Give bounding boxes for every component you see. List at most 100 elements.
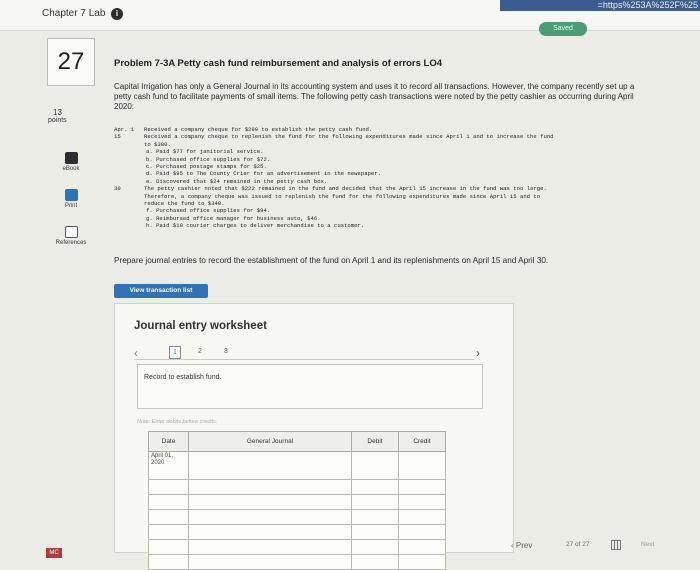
- transaction-text: e. Discovered that $24 remained in the p…: [146, 177, 328, 185]
- transaction-text: to $380.: [144, 140, 171, 148]
- worksheet-prev-arrow-icon[interactable]: ‹: [134, 346, 138, 360]
- account-cell[interactable]: [188, 494, 352, 510]
- credit-cell[interactable]: [398, 509, 446, 525]
- worksheet-next-arrow-icon[interactable]: ›: [476, 346, 480, 360]
- problem-title: Problem 7-3A Petty cash fund reimburseme…: [114, 58, 443, 69]
- debit-cell[interactable]: [351, 479, 399, 495]
- table-row: [148, 539, 446, 555]
- debit-cell[interactable]: [351, 539, 399, 555]
- transaction-text: b. Purchased office supplies for $72.: [146, 155, 271, 163]
- transaction-text: Received a company cheque to replenish t…: [144, 133, 554, 141]
- debit-cell[interactable]: [351, 494, 399, 510]
- transaction-row: f. Purchased office supplies for $94.: [114, 207, 654, 214]
- transaction-text: Received a company cheque for $290 to es…: [144, 126, 373, 133]
- top-header: Chapter 7 Lab i =https%253A%252F%25: [0, 0, 700, 31]
- table-row: [148, 479, 446, 495]
- debit-cell[interactable]: [351, 524, 399, 540]
- credit-cell[interactable]: [398, 479, 446, 495]
- worksheet-page-3[interactable]: 3: [221, 346, 231, 357]
- grid-icon[interactable]: [611, 540, 621, 550]
- date-cell: [148, 509, 189, 525]
- info-icon[interactable]: i: [111, 8, 123, 20]
- transaction-row: a. Paid $77 for janitorial service.: [114, 148, 654, 155]
- prev-label: Prev: [515, 541, 533, 550]
- transaction-text: reduce the fund to $340.: [144, 200, 225, 208]
- credit-cell[interactable]: [398, 539, 446, 555]
- date-cell: [148, 524, 189, 540]
- date-cell: April 01, 2020: [148, 451, 189, 480]
- transaction-row: e. Discovered that $24 remained in the p…: [114, 178, 654, 185]
- col-header-debit: Debit: [351, 431, 399, 452]
- prev-question-button[interactable]: ‹ Prev: [511, 541, 532, 550]
- credit-cell[interactable]: [398, 494, 446, 510]
- credit-cell[interactable]: [398, 451, 446, 480]
- print-button[interactable]: Print: [42, 189, 100, 209]
- ebook-icon: [64, 152, 78, 164]
- ebook-label: eBook: [62, 166, 80, 172]
- debit-cell[interactable]: [351, 509, 399, 525]
- references-label: References: [55, 240, 87, 246]
- account-cell[interactable]: [188, 539, 352, 555]
- question-page-count: 27 of 27: [566, 541, 590, 548]
- account-cell[interactable]: [188, 509, 352, 525]
- view-transaction-list-button[interactable]: View transaction list: [114, 284, 208, 298]
- transaction-row: 15 Received a company cheque to replenish…: [114, 133, 654, 140]
- transaction-row: d. Paid $95 to The County Crier for an a…: [114, 170, 654, 177]
- browser-url-strip: =https%253A%252F%25: [500, 0, 700, 11]
- date-cell: [148, 479, 189, 495]
- chapter-title: Chapter 7 Lab: [42, 8, 106, 19]
- table-row: [148, 524, 446, 540]
- transaction-row: b. Purchased office supplies for $72.: [114, 156, 654, 163]
- journal-header-row: Date General Journal Debit Credit: [148, 431, 446, 452]
- table-row: [148, 509, 446, 525]
- record-instruction-text: Record to establish fund.: [144, 374, 222, 381]
- credit-cell[interactable]: [398, 554, 446, 570]
- col-header-general-journal: General Journal: [188, 431, 352, 452]
- account-cell[interactable]: [188, 554, 352, 570]
- saved-status-button[interactable]: Saved: [539, 22, 587, 36]
- debit-cell[interactable]: [351, 554, 399, 570]
- print-icon: [64, 189, 78, 201]
- table-row: April 01, 2020: [148, 451, 446, 480]
- table-row: [148, 554, 446, 570]
- transaction-date: 30: [114, 185, 121, 193]
- table-row: [148, 494, 446, 510]
- transaction-text: d. Paid $95 to The County Crier for an a…: [146, 170, 381, 178]
- transaction-date: 15: [114, 133, 121, 141]
- transaction-text: c. Purchased postage stamps for $25.: [146, 163, 267, 171]
- transaction-list: Apr. 1 Received a company cheque for $290…: [114, 126, 654, 230]
- transaction-text: f. Purchased office supplies for $94.: [146, 207, 271, 215]
- account-cell[interactable]: [188, 451, 352, 480]
- points-label: points: [48, 117, 67, 124]
- worksheet-page-2[interactable]: 2: [195, 346, 205, 357]
- account-cell[interactable]: [188, 479, 352, 495]
- credit-cell[interactable]: [398, 524, 446, 540]
- references-button[interactable]: References: [42, 226, 100, 246]
- transaction-row: 30 The petty cashier noted that $222 rema…: [114, 185, 654, 192]
- points-value: 13: [53, 108, 62, 117]
- transaction-row: Apr. 1 Received a company cheque for $290…: [114, 126, 654, 133]
- transaction-text: a. Paid $77 for janitorial service.: [146, 148, 264, 156]
- ebook-button[interactable]: eBook: [42, 152, 100, 172]
- worksheet-page-1[interactable]: 1: [169, 346, 181, 359]
- transaction-row: Therefore, a company cheque was issued t…: [114, 193, 654, 200]
- transaction-row: g. Reimbursed office manager for busines…: [114, 215, 654, 222]
- date-cell: [148, 539, 189, 555]
- col-header-credit: Credit: [398, 431, 446, 452]
- next-question-button[interactable]: Next: [641, 541, 654, 548]
- references-icon: [64, 226, 78, 238]
- debits-credits-note: Note: Enter debits before credits.: [137, 419, 218, 425]
- debit-cell[interactable]: [351, 451, 399, 480]
- account-cell[interactable]: [188, 524, 352, 540]
- mc-badge: MC: [46, 548, 62, 558]
- date-cell: [148, 554, 189, 570]
- instruction-text: Prepare journal entries to record the es…: [114, 256, 549, 265]
- question-number: 27: [47, 38, 95, 86]
- journal-entry-worksheet: Journal entry worksheet ‹ 1 2 3 › Record…: [114, 303, 514, 570]
- journal-table: Date General Journal Debit Credit April …: [148, 431, 446, 570]
- transaction-row: c. Purchased postage stamps for $25.: [114, 163, 654, 170]
- transaction-text: g. Reimbursed office manager for busines…: [146, 214, 321, 222]
- problem-description: Capital Irrigation has only a General Jo…: [114, 82, 635, 111]
- transaction-row: reduce the fund to $340.: [114, 200, 654, 207]
- worksheet-divider: [134, 359, 474, 360]
